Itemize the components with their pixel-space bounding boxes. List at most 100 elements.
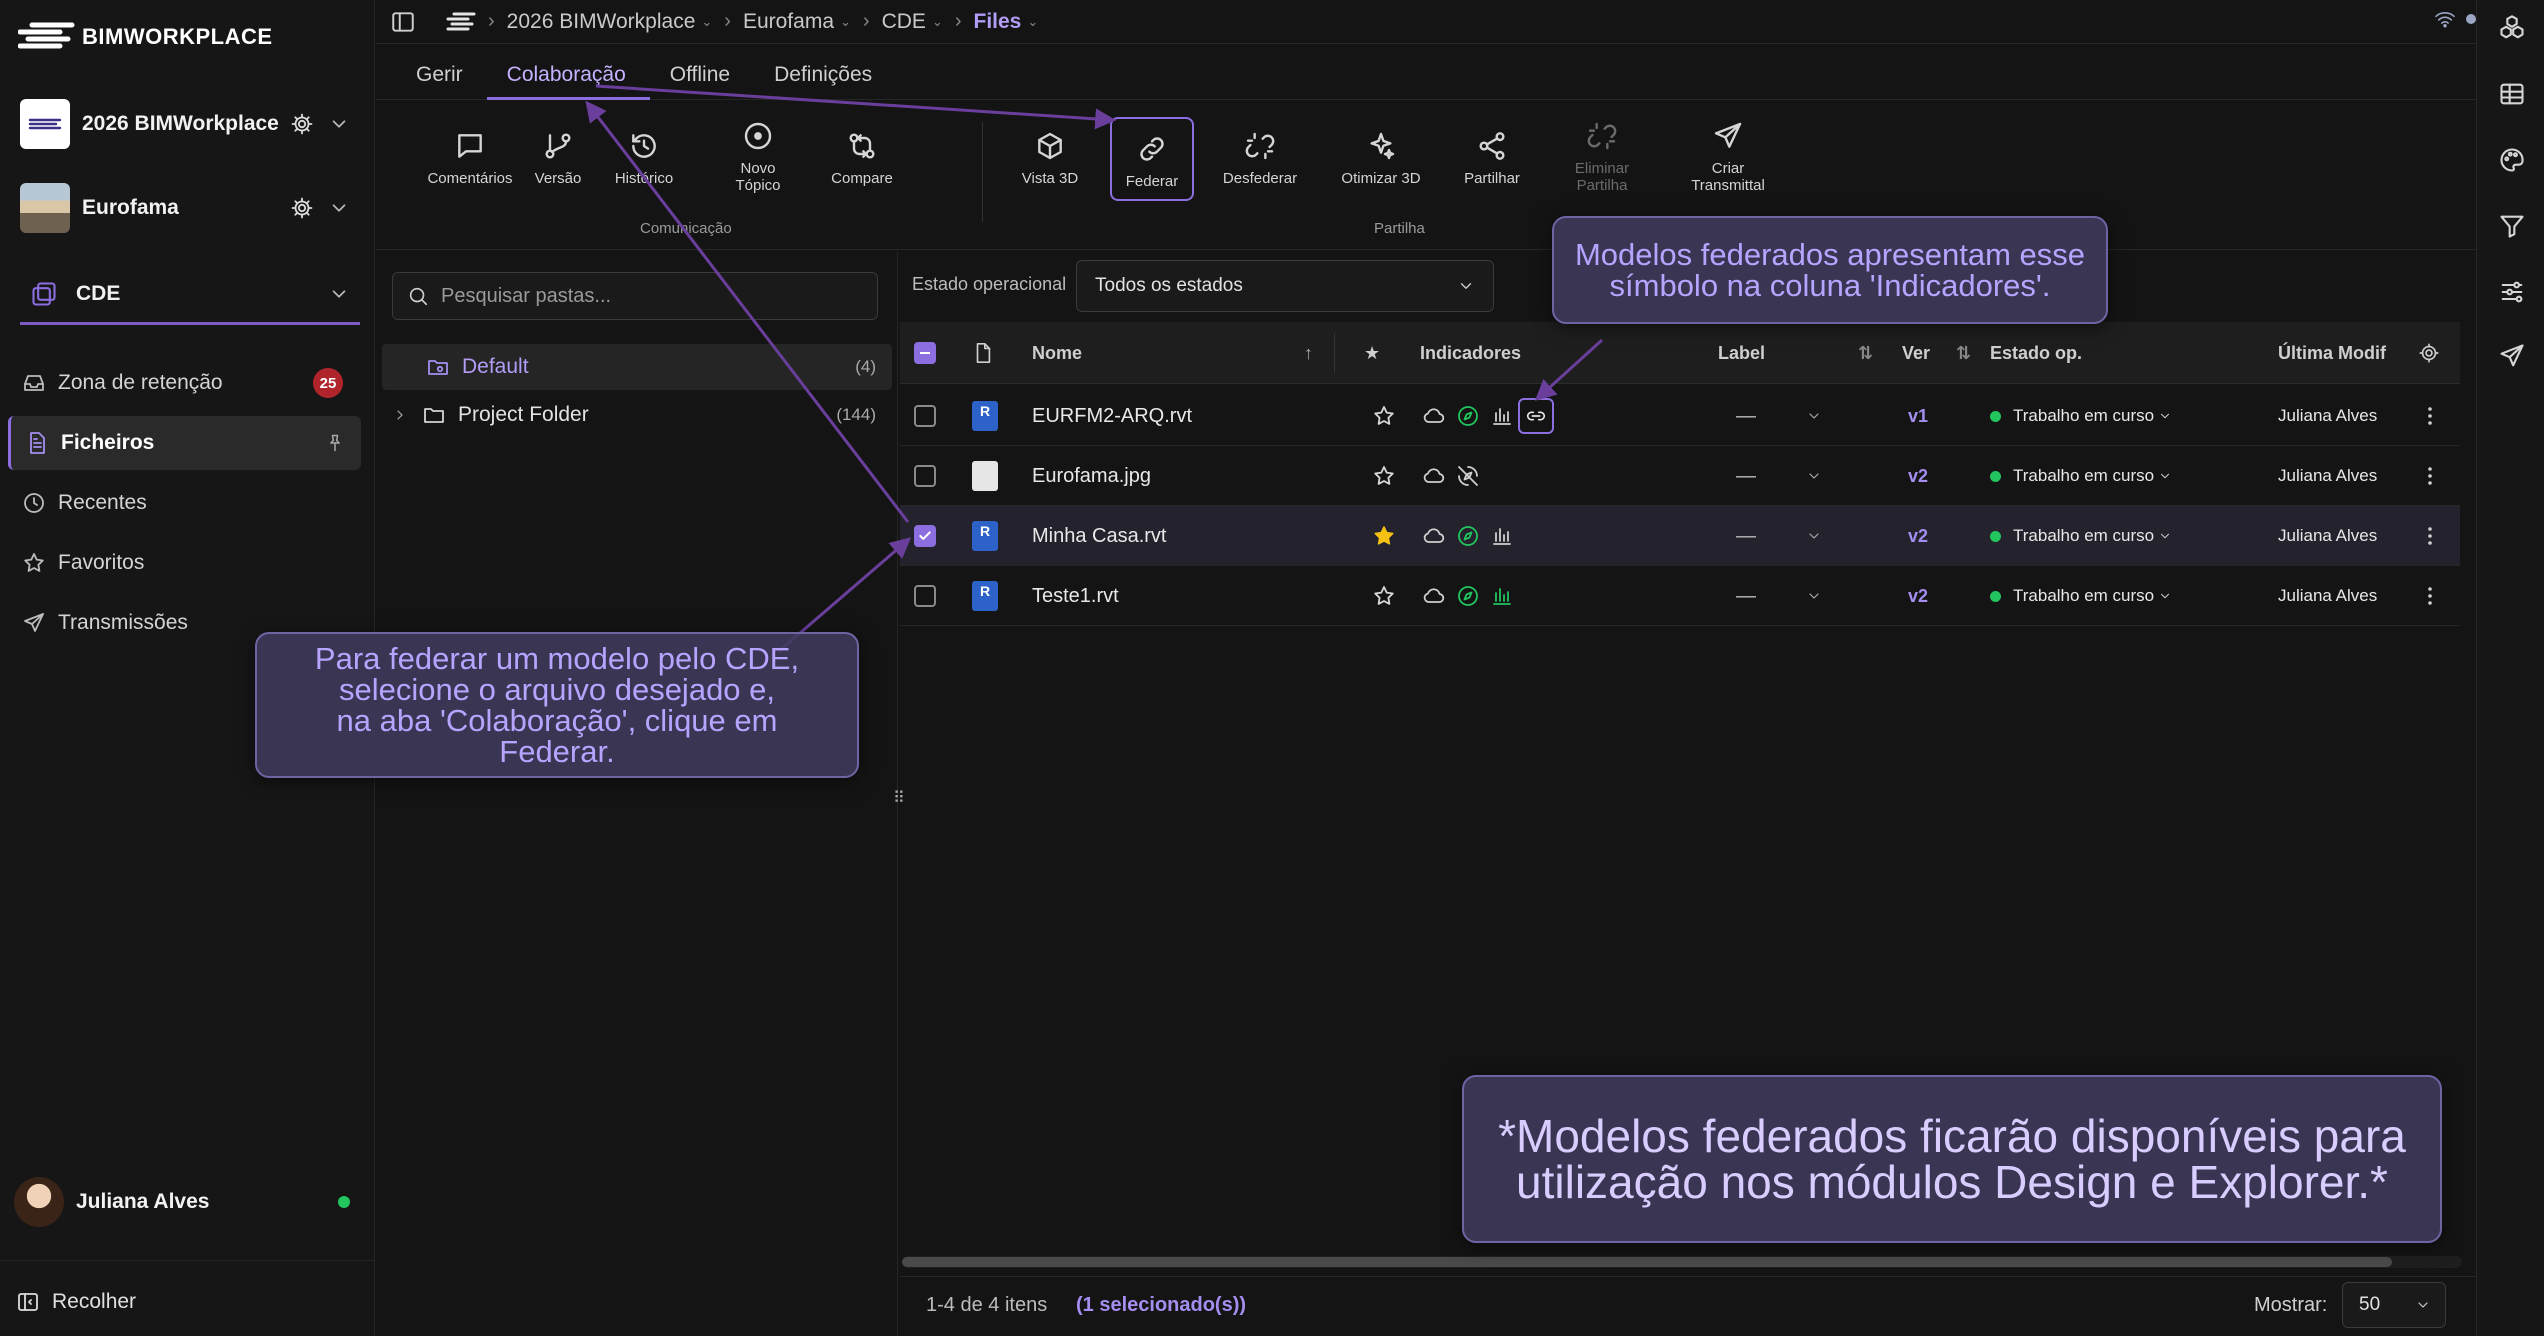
status-filter-select[interactable]: Todos os estados: [1076, 260, 1494, 312]
sidebar-toggle-icon[interactable]: [390, 9, 416, 35]
history-button[interactable]: Histórico: [594, 130, 694, 187]
folder-search[interactable]: [392, 272, 878, 320]
optimize-3d-button[interactable]: Otimizar 3D: [1331, 130, 1431, 187]
breadcrumb-current[interactable]: Files: [974, 10, 1022, 34]
row-checkbox[interactable]: [914, 506, 936, 566]
sidebar-item-favorites[interactable]: Favoritos: [8, 536, 361, 590]
sort-ascending-icon[interactable]: ↑: [1304, 322, 1313, 384]
version-value[interactable]: v2: [1908, 506, 1928, 566]
row-checkbox[interactable]: [914, 386, 936, 446]
row-menu-icon[interactable]: [2418, 506, 2442, 566]
federate-button[interactable]: Federar: [1110, 117, 1194, 201]
chevron-down-icon[interactable]: ⌄: [840, 14, 851, 30]
comments-button[interactable]: Comentários: [420, 130, 520, 187]
app-logo[interactable]: BIMWORKPLACE: [18, 20, 273, 54]
tab-offline[interactable]: Offline: [650, 63, 754, 99]
favorite-star-icon[interactable]: [1372, 446, 1396, 506]
favorite-star-filled-icon[interactable]: [1372, 506, 1396, 566]
scrollbar-thumb[interactable]: [902, 1257, 2392, 1267]
file-name[interactable]: Eurofama.jpg: [1032, 446, 1151, 506]
table-row[interactable]: Eurofama.jpg — v2 Trabalho em curso Juli…: [900, 446, 2460, 506]
breadcrumb-workspace[interactable]: 2026 BIMWorkplace: [507, 10, 696, 34]
project-selector[interactable]: Eurofama: [20, 180, 350, 236]
breadcrumb-logo-icon[interactable]: [446, 11, 476, 33]
status-dropdown[interactable]: Trabalho em curso: [1990, 506, 2172, 566]
tab-settings[interactable]: Definições: [754, 63, 896, 99]
breadcrumb-project[interactable]: Eurofama: [743, 10, 834, 34]
project-chevron-down-icon[interactable]: [328, 197, 350, 219]
row-menu-icon[interactable]: [2418, 566, 2442, 626]
sort-icon[interactable]: ⇅: [1858, 322, 1873, 384]
module-chevron-down-icon[interactable]: [328, 283, 350, 305]
version-value[interactable]: v1: [1908, 386, 1928, 446]
unfederate-button[interactable]: Desfederar: [1210, 130, 1310, 187]
chevron-down-icon[interactable]: ⌄: [1027, 14, 1038, 30]
page-size-select[interactable]: 50: [2342, 1282, 2446, 1328]
workspace-chevron-down-icon[interactable]: [328, 113, 350, 135]
row-menu-icon[interactable]: [2418, 446, 2442, 506]
user-profile[interactable]: Juliana Alves: [14, 1174, 364, 1230]
table-icon[interactable]: [2498, 80, 2526, 108]
table-row[interactable]: R EURFM2-ARQ.rvt — v1 Trabalho em curso …: [900, 386, 2460, 446]
header-star[interactable]: ★: [1364, 322, 1380, 384]
row-menu-icon[interactable]: [2418, 386, 2442, 446]
file-name[interactable]: Minha Casa.rvt: [1032, 506, 1167, 566]
chevron-down-icon[interactable]: ⌄: [701, 14, 712, 30]
horizontal-scrollbar[interactable]: [902, 1256, 2462, 1268]
label-dropdown-chevron-icon[interactable]: [1806, 506, 1822, 566]
folder-item-project[interactable]: Project Folder (144): [382, 392, 892, 438]
select-all-checkbox[interactable]: [914, 322, 936, 384]
status-dropdown[interactable]: Trabalho em curso: [1990, 386, 2172, 446]
sidebar-item-files[interactable]: Ficheiros: [8, 416, 361, 470]
chevron-right-icon[interactable]: [392, 407, 408, 423]
palette-icon[interactable]: [2498, 146, 2526, 174]
sidebar-item-recent[interactable]: Recentes: [8, 476, 361, 530]
tab-collaboration[interactable]: Colaboração: [486, 63, 650, 100]
sort-icon[interactable]: ⇅: [1956, 322, 1971, 384]
header-version[interactable]: Ver: [1902, 322, 1930, 384]
row-checkbox[interactable]: [914, 446, 936, 506]
view-3d-button[interactable]: Vista 3D: [1000, 130, 1100, 187]
send-icon[interactable]: [2498, 342, 2526, 370]
workspace-gear-icon[interactable]: [290, 112, 314, 136]
status-dropdown[interactable]: Trabalho em curso: [1990, 446, 2172, 506]
workspace-selector[interactable]: 2026 BIMWorkplace: [20, 96, 350, 152]
folder-item-default[interactable]: Default (4): [382, 344, 892, 390]
compare-button[interactable]: Compare: [812, 130, 912, 187]
folder-search-input[interactable]: [439, 283, 859, 309]
file-name[interactable]: Teste1.rvt: [1032, 566, 1119, 626]
chevron-down-icon[interactable]: ⌄: [932, 14, 943, 30]
sidebar-item-retention[interactable]: Zona de retenção 25: [8, 356, 361, 410]
label-dropdown-chevron-icon[interactable]: [1806, 566, 1822, 626]
filter-icon[interactable]: [2498, 212, 2526, 240]
version-button[interactable]: Versão: [508, 130, 608, 187]
delete-share-button[interactable]: Eliminar Partilha: [1552, 120, 1652, 194]
project-gear-icon[interactable]: [290, 196, 314, 220]
file-name[interactable]: EURFM2-ARQ.rvt: [1032, 386, 1192, 446]
header-modified[interactable]: Última Modif: [2278, 322, 2386, 384]
breadcrumb-module[interactable]: CDE: [882, 10, 926, 34]
favorite-star-icon[interactable]: [1372, 386, 1396, 446]
header-status[interactable]: Estado op.: [1990, 322, 2082, 384]
module-selector[interactable]: CDE: [20, 266, 350, 322]
share-button[interactable]: Partilhar: [1442, 130, 1542, 187]
column-settings-icon[interactable]: [2418, 322, 2440, 384]
new-topic-button[interactable]: Novo Tópico: [708, 120, 808, 194]
favorite-star-icon[interactable]: [1372, 566, 1396, 626]
pin-icon[interactable]: [325, 433, 345, 453]
header-indicators[interactable]: Indicadores: [1420, 322, 1521, 384]
header-name[interactable]: Nome: [1032, 322, 1082, 384]
label-dropdown-chevron-icon[interactable]: [1806, 386, 1822, 446]
status-dropdown[interactable]: Trabalho em curso: [1990, 566, 2172, 626]
version-value[interactable]: v2: [1908, 446, 1928, 506]
table-row[interactable]: R Teste1.rvt — v2 Trabalho em curso Juli…: [900, 566, 2460, 626]
cubes-icon[interactable]: [2498, 14, 2526, 42]
create-transmittal-button[interactable]: Criar Transmittal: [1678, 120, 1778, 194]
version-value[interactable]: v2: [1908, 566, 1928, 626]
table-row-selected[interactable]: R Minha Casa.rvt — v2 Trabalho em curso …: [900, 506, 2460, 566]
collapse-button[interactable]: Recolher: [16, 1290, 136, 1314]
label-dropdown-chevron-icon[interactable]: [1806, 446, 1822, 506]
tab-manage[interactable]: Gerir: [396, 63, 487, 99]
sliders-icon[interactable]: [2498, 278, 2526, 306]
header-label[interactable]: Label: [1718, 322, 1765, 384]
